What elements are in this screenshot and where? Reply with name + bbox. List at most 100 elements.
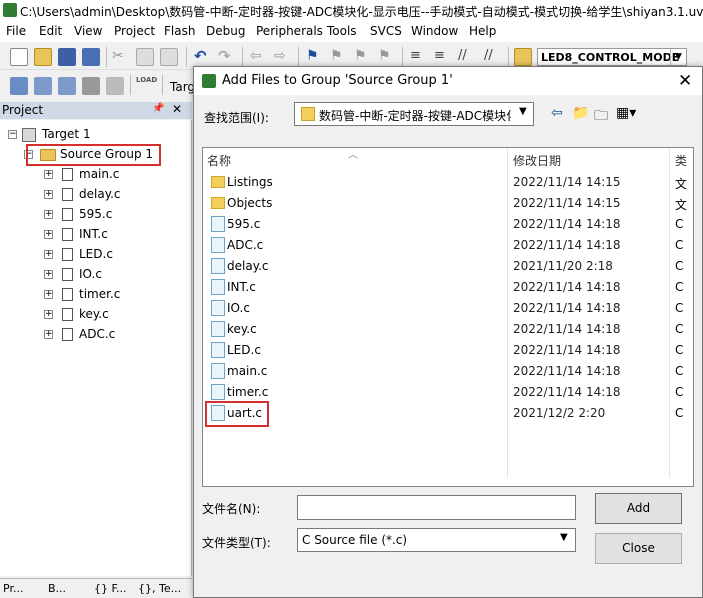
list-item[interactable]: IO.c 2022/11/14 14:18 C — [203, 298, 693, 319]
expand-icon[interactable]: + — [44, 330, 53, 339]
tab-books[interactable]: B... — [48, 582, 66, 595]
list-item[interactable]: uart.c 2021/12/2 2:20 C — [203, 403, 693, 424]
look-in-select[interactable]: 数码管-中断-定时器-按键-ADC模块化 ▼ — [294, 102, 534, 126]
menu-view[interactable]: View — [74, 24, 102, 38]
expand-icon[interactable]: + — [44, 290, 53, 299]
list-item[interactable]: delay.c 2021/11/20 2:18 C — [203, 256, 693, 277]
chevron-down-icon[interactable]: ▼ — [560, 532, 568, 543]
file-type-select[interactable]: C Source file (*.c) ▼ — [297, 528, 576, 552]
tab-functions[interactable]: {} F... — [94, 582, 127, 595]
list-item[interactable]: key.c 2022/11/14 14:18 C — [203, 319, 693, 340]
target-options-icon[interactable] — [514, 48, 532, 66]
chevron-down-icon[interactable]: ▼ — [519, 106, 527, 117]
tree-file[interactable]: + INT.c — [0, 226, 190, 244]
open-folder-icon[interactable] — [34, 48, 52, 66]
menu-window[interactable]: Window — [411, 24, 458, 38]
menu-edit[interactable]: Edit — [39, 24, 62, 38]
menu-flash[interactable]: Flash — [164, 24, 195, 38]
panel-close-icon[interactable]: ✕ — [172, 102, 182, 116]
undo-icon[interactable]: ↶ — [194, 47, 212, 65]
c-file-icon — [62, 308, 73, 321]
expand-icon[interactable]: + — [44, 210, 53, 219]
stop-build-icon[interactable] — [106, 77, 124, 95]
list-item[interactable]: main.c 2022/11/14 14:18 C — [203, 361, 693, 382]
menu-debug[interactable]: Debug — [206, 24, 245, 38]
menu-svcs[interactable]: SVCS — [370, 24, 402, 38]
mode-dropdown-arrow-icon[interactable]: ▼ — [670, 49, 686, 65]
bookmark-next-icon[interactable]: ⚑ — [354, 48, 372, 66]
up-folder-icon[interactable]: 📁 — [572, 105, 589, 121]
cut-icon[interactable]: ✂ — [112, 48, 130, 66]
comment-icon[interactable]: // — [458, 48, 476, 66]
close-button[interactable]: Close — [595, 533, 682, 564]
tree-file[interactable]: + 595.c — [0, 206, 190, 224]
tree-file[interactable]: + IO.c — [0, 266, 190, 284]
menu-file[interactable]: File — [6, 24, 26, 38]
back-arrow-icon[interactable]: ⇦ — [551, 105, 563, 121]
item-name: main.c — [227, 364, 268, 378]
tree-file[interactable]: + delay.c — [0, 186, 190, 204]
tab-templates[interactable]: {}, Te... — [138, 582, 181, 595]
c-file-icon — [211, 216, 225, 232]
batch-build-icon[interactable] — [82, 77, 100, 95]
bookmark-clear-icon[interactable]: ⚑ — [378, 48, 396, 66]
expand-icon[interactable]: + — [44, 270, 53, 279]
tree-file[interactable]: + LED.c — [0, 246, 190, 264]
item-type: C — [675, 343, 684, 357]
uncomment-icon[interactable]: // — [484, 48, 502, 66]
add-button[interactable]: Add — [595, 493, 682, 524]
column-date[interactable]: 修改日期 — [513, 152, 561, 169]
build-toolbar: LOAD Targ — [0, 72, 195, 100]
list-item[interactable]: INT.c 2022/11/14 14:18 C — [203, 277, 693, 298]
expand-icon[interactable]: + — [44, 230, 53, 239]
translate-icon[interactable] — [10, 77, 28, 95]
list-item[interactable]: timer.c 2022/11/14 14:18 C — [203, 382, 693, 403]
c-file-icon — [62, 248, 73, 261]
list-item[interactable]: Objects 2022/11/14 14:15 文 — [203, 193, 693, 214]
nav-forward-icon[interactable]: ⇨ — [274, 48, 292, 66]
copy-icon[interactable] — [136, 48, 154, 66]
target-mode-select[interactable]: LED8_CONTROL_MODE — [537, 48, 687, 66]
indent-icon[interactable]: ≡ — [410, 48, 428, 66]
list-item[interactable]: Listings 2022/11/14 14:15 文 — [203, 172, 693, 193]
tree-file[interactable]: + main.c — [0, 166, 190, 184]
expand-icon[interactable]: + — [44, 190, 53, 199]
list-item[interactable]: 595.c 2022/11/14 14:18 C — [203, 214, 693, 235]
menu-project[interactable]: Project — [114, 24, 155, 38]
build-icon[interactable] — [34, 77, 52, 95]
tree-file[interactable]: + timer.c — [0, 286, 190, 304]
tree-file[interactable]: + ADC.c — [0, 326, 190, 344]
list-item[interactable]: ADC.c 2022/11/14 14:18 C — [203, 235, 693, 256]
file-name-input[interactable] — [297, 495, 576, 520]
tab-project[interactable]: Pr... — [3, 582, 23, 595]
new-file-icon[interactable] — [10, 48, 28, 66]
download-load-icon[interactable]: LOAD — [136, 76, 158, 94]
tree-file[interactable]: + key.c — [0, 306, 190, 324]
unindent-icon[interactable]: ≡ — [434, 48, 452, 66]
target-select-fragment[interactable]: Targ — [170, 80, 195, 94]
new-folder-icon[interactable]: 🗀 — [594, 105, 608, 129]
expand-icon[interactable]: + — [44, 170, 53, 179]
view-menu-icon[interactable]: ▦▾ — [616, 105, 636, 121]
menu-tools[interactable]: Tools — [327, 24, 357, 38]
menu-peripherals[interactable]: Peripherals — [256, 24, 323, 38]
expand-icon[interactable]: + — [44, 310, 53, 319]
menu-help[interactable]: Help — [469, 24, 496, 38]
bookmark-icon[interactable]: ⚑ — [306, 48, 324, 66]
paste-icon[interactable] — [160, 48, 178, 66]
column-type[interactable]: 类 — [675, 152, 687, 169]
bookmark-prev-icon[interactable]: ⚑ — [330, 48, 348, 66]
expand-icon[interactable]: + — [44, 250, 53, 259]
redo-icon[interactable]: ↷ — [218, 47, 236, 65]
save-icon[interactable] — [58, 48, 76, 66]
load-label: LOAD — [136, 76, 158, 84]
list-item[interactable]: LED.c 2022/11/14 14:18 C — [203, 340, 693, 361]
pin-icon[interactable]: 📌 — [152, 103, 164, 114]
save-all-icon[interactable] — [82, 48, 100, 66]
rebuild-icon[interactable] — [58, 77, 76, 95]
collapse-icon[interactable]: − — [8, 130, 17, 139]
dialog-close-icon[interactable]: ✕ — [678, 71, 692, 91]
column-name[interactable]: 名称 — [207, 152, 231, 169]
tree-target[interactable]: − Target 1 — [0, 126, 190, 144]
nav-back-icon[interactable]: ⇦ — [250, 48, 268, 66]
